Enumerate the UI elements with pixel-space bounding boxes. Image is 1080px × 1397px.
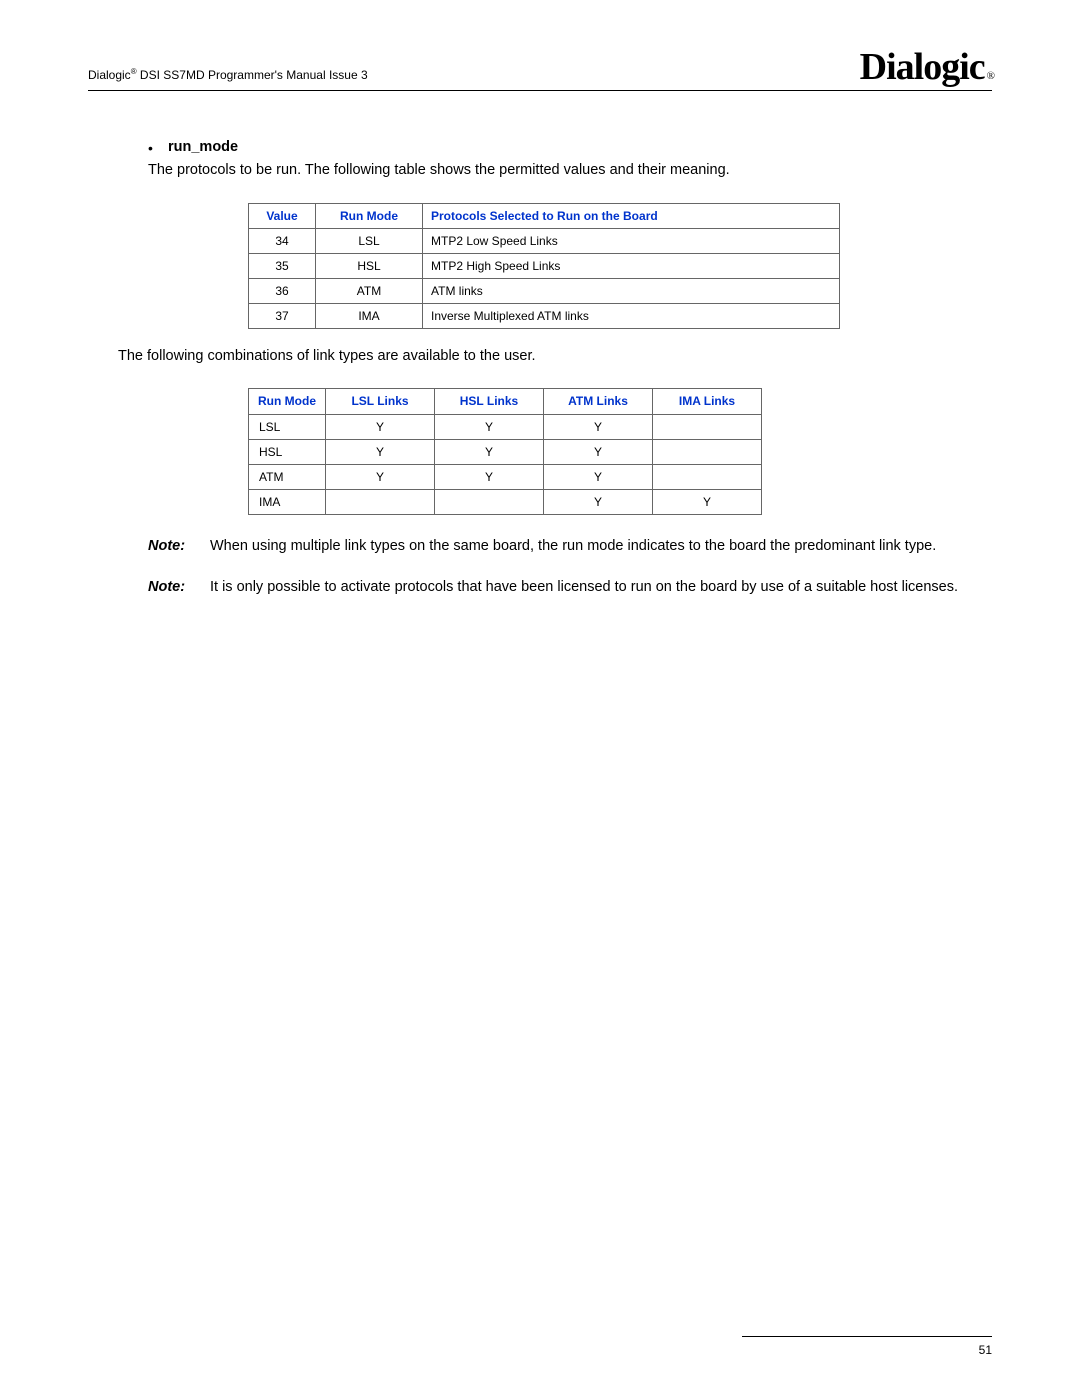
note-1: Note: When using multiple link types on …	[148, 537, 992, 557]
note-text: When using multiple link types on the sa…	[210, 537, 992, 557]
brand-logo: Dialogic®	[860, 48, 992, 88]
page-footer: 51	[742, 1336, 992, 1357]
table-row: LSL Y Y Y	[249, 414, 762, 439]
col-header-run-mode: Run Mode	[249, 389, 326, 414]
table-row: ATM Y Y Y	[249, 464, 762, 489]
col-header-protocols: Protocols Selected to Run on the Board	[423, 203, 840, 228]
table-row: HSL Y Y Y	[249, 439, 762, 464]
table-row: 35 HSL MTP2 High Speed Links	[249, 253, 840, 278]
note-label: Note:	[148, 578, 210, 598]
col-header-mode: Run Mode	[316, 203, 423, 228]
page-header: Dialogic® DSI SS7MD Programmer's Manual …	[88, 48, 992, 91]
note-2: Note: It is only possible to activate pr…	[148, 578, 992, 598]
bullet-icon: •	[148, 139, 168, 157]
col-header-value: Value	[249, 203, 316, 228]
param-description: The protocols to be run. The following t…	[148, 161, 992, 181]
table-row: 34 LSL MTP2 Low Speed Links	[249, 228, 840, 253]
table-row: IMA Y Y	[249, 489, 762, 514]
link-combinations-table: Run Mode LSL Links HSL Links ATM Links I…	[248, 388, 762, 514]
combinations-intro: The following combinations of link types…	[118, 347, 992, 367]
col-header-ima: IMA Links	[653, 389, 762, 414]
table-row: 37 IMA Inverse Multiplexed ATM links	[249, 303, 840, 328]
col-header-hsl: HSL Links	[435, 389, 544, 414]
header-title: Dialogic® DSI SS7MD Programmer's Manual …	[88, 67, 368, 88]
note-text: It is only possible to activate protocol…	[210, 578, 992, 598]
col-header-lsl: LSL Links	[326, 389, 435, 414]
col-header-atm: ATM Links	[544, 389, 653, 414]
note-label: Note:	[148, 537, 210, 557]
page-number: 51	[979, 1343, 992, 1357]
param-name: run_mode	[168, 139, 238, 155]
run-mode-table: Value Run Mode Protocols Selected to Run…	[248, 203, 840, 329]
table-row: 36 ATM ATM links	[249, 278, 840, 303]
